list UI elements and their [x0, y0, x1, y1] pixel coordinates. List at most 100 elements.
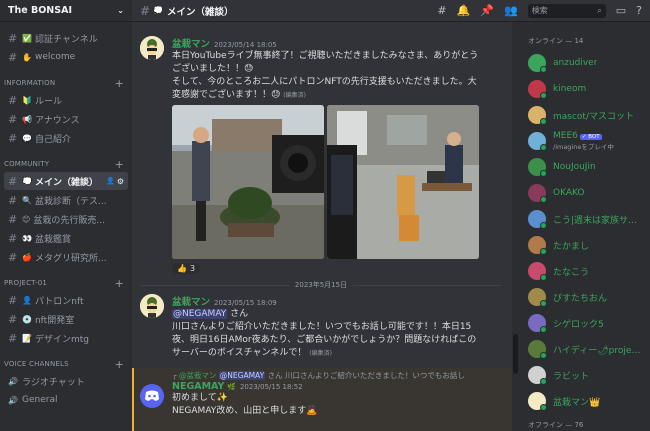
hash-icon: #: [8, 293, 18, 307]
bell-icon[interactable]: 🔔: [457, 4, 471, 17]
reaction-button[interactable]: 👍 3: [172, 263, 201, 274]
message-list: 盆栽マン 2023/05/14 18:05 本日YouTubeライブ無事終了！ご視…: [132, 22, 512, 431]
channel-item-announce[interactable]: # 📢 アナウンス: [4, 110, 128, 128]
member-name: たかまし: [553, 241, 590, 252]
category-label: INFORMATION: [4, 79, 56, 87]
message-author[interactable]: 盆栽マン: [172, 297, 210, 308]
channel-item-appreciation[interactable]: # 👀 盆栽鑑賞: [4, 229, 128, 247]
add-member-icon[interactable]: 👤: [106, 177, 115, 185]
category-community[interactable]: COMMUNITY +: [0, 157, 132, 171]
channel-item-presale[interactable]: # 😊 盆栽の先行販売...: [4, 210, 128, 228]
member-item[interactable]: シゲロック5: [520, 310, 650, 336]
member-item[interactable]: 盆栽マン👑: [520, 388, 650, 414]
photo-attachment[interactable]: [327, 105, 479, 259]
channel-item-intro[interactable]: # 💬 自己紹介: [4, 129, 128, 147]
server-header[interactable]: The BONSAI ⌄: [0, 0, 132, 22]
channel-label: 盆栽の先行販売...: [33, 215, 105, 226]
channel-item-metagri[interactable]: # 🍎 メタグリ研究所...: [4, 248, 128, 266]
reply-preview[interactable]: ┌ @盆栽マン @NEGAMAY さん 川口さんよりご紹介いただきました！いつで…: [172, 370, 504, 381]
member-item[interactable]: MEE6 ✓ BOT/imagineをプレイ中: [520, 128, 650, 154]
member-list: オンライン — 14 anzudiver kineom mascot/マスコット…: [520, 22, 650, 431]
channel-label: 自己紹介: [34, 134, 71, 145]
photo-attachment[interactable]: [172, 105, 324, 259]
member-item[interactable]: ハイディー🌶project ...: [520, 336, 650, 362]
channel-emoji: 📝: [22, 333, 32, 343]
bot-badge: ✓ BOT: [579, 134, 602, 140]
avatar[interactable]: [140, 384, 164, 408]
help-icon[interactable]: ?: [636, 4, 642, 17]
category-information[interactable]: INFORMATION +: [0, 76, 132, 90]
add-channel-icon[interactable]: +: [115, 358, 124, 371]
avatar[interactable]: [140, 294, 164, 318]
avatar: [528, 262, 547, 281]
voice-channel-general[interactable]: 🔊 General: [4, 391, 128, 409]
member-item[interactable]: mascot/マスコット: [520, 102, 650, 128]
avatar[interactable]: [140, 36, 164, 60]
pin-icon[interactable]: 📌: [480, 4, 494, 17]
member-item[interactable]: こう|週末は家族サー...: [520, 206, 650, 232]
member-name: OKAKO: [553, 188, 585, 198]
member-item[interactable]: OKAKO: [520, 180, 650, 206]
channel-label: パトロンnft: [34, 296, 84, 307]
category-voice[interactable]: VOICE CHANNELS +: [0, 357, 132, 371]
member-name: NouJouJin: [553, 162, 596, 172]
member-item[interactable]: kineom: [520, 76, 650, 102]
members-icon[interactable]: 👥: [504, 4, 518, 17]
member-item[interactable]: anzudiver: [520, 50, 650, 76]
search-input[interactable]: 検索 ⌕: [527, 3, 606, 18]
add-channel-icon[interactable]: +: [115, 277, 124, 290]
member-name: 盆栽マン👑: [553, 397, 601, 408]
member-item[interactable]: ラビット: [520, 362, 650, 388]
member-item[interactable]: ぴすたちおん: [520, 284, 650, 310]
channel-item-verify[interactable]: # ✅ 認証チャンネル: [4, 29, 128, 47]
message-line: NEGAMAY改め、山田と申します🙇: [172, 406, 318, 416]
gear-icon[interactable]: ⚙: [117, 177, 124, 186]
hash-icon: #: [8, 31, 18, 45]
chevron-down-icon[interactable]: ⌄: [117, 6, 124, 15]
offline-header: オフライン — 76: [528, 421, 584, 429]
threads-icon[interactable]: #: [437, 4, 446, 17]
chat-scrollbar[interactable]: [512, 22, 520, 431]
voice-channel-radio[interactable]: 🔊 ラジオチャット: [4, 372, 128, 390]
channel-item-patron-nft[interactable]: # 👤 パトロンnft: [4, 291, 128, 309]
message-text: @NEGAMAY さん 川口さんよりご紹介いただきました！いつでもお話し可能です…: [172, 308, 504, 360]
reply-text: さん 川口さんよりご紹介いただきました！いつでもお話し: [267, 371, 465, 380]
channel-emoji: ✅: [22, 33, 32, 43]
message-line: 川口さんよりご紹介いただきました！いつでもお話し可能です！！本日15: [172, 322, 472, 332]
channel-item-diagnosis[interactable]: # 🔍 盆栽診断（テス...: [4, 191, 128, 209]
member-item[interactable]: たなこう: [520, 258, 650, 284]
member-item[interactable]: NouJouJin: [520, 154, 650, 180]
message: ┌ @盆栽マン @NEGAMAY さん 川口さんよりご紹介いただきました！いつで…: [140, 370, 504, 418]
channel-label: 認証チャンネル: [34, 34, 98, 45]
inbox-icon[interactable]: ▭: [616, 4, 626, 17]
channel-item-design-mtg[interactable]: # 📝 デザインmtg: [4, 329, 128, 347]
channel-item-main[interactable]: # 💭 メイン（雑談） 👤 ⚙: [4, 172, 128, 190]
add-channel-icon[interactable]: +: [115, 77, 124, 90]
user-mention[interactable]: @NEGAMAY: [172, 309, 228, 319]
avatar: [528, 210, 547, 229]
channel-emoji: 🍎: [22, 252, 32, 262]
message-author[interactable]: 盆栽マン: [172, 39, 210, 50]
message: 盆栽マン 2023/05/15 18:09 @NEGAMAY さん 川口さんよりご…: [140, 294, 504, 360]
category-label: VOICE CHANNELS: [4, 360, 69, 368]
hash-icon: #: [8, 50, 18, 64]
member-name: ハイディー🌶project ...: [553, 345, 642, 356]
channel-emoji: 🔍: [22, 195, 32, 205]
thumbs-up-icon: 👍: [177, 264, 187, 273]
channel-emoji: 👀: [22, 233, 32, 243]
member-item[interactable]: たかまし: [520, 232, 650, 258]
category-project[interactable]: PROJECT-01 +: [0, 276, 132, 290]
scrollbar-thumb[interactable]: [513, 334, 518, 374]
message-author[interactable]: NEGAMAY: [172, 381, 224, 392]
hash-icon: #: [8, 212, 18, 226]
avatar: [528, 132, 547, 151]
channel-item-welcome[interactable]: # ✋ welcome: [4, 48, 128, 66]
channel-item-rules[interactable]: # 🔰 ルール: [4, 91, 128, 109]
message-text: 初めまして✨ NEGAMAY改め、山田と申します🙇: [172, 392, 504, 418]
hash-icon: #: [8, 131, 18, 145]
channel-item-nft-dev[interactable]: # 💿 nft開発室: [4, 310, 128, 328]
channel-label: General: [22, 395, 58, 405]
search-placeholder: 検索: [531, 6, 548, 15]
reaction-count: 3: [189, 264, 196, 273]
add-channel-icon[interactable]: +: [115, 158, 124, 171]
